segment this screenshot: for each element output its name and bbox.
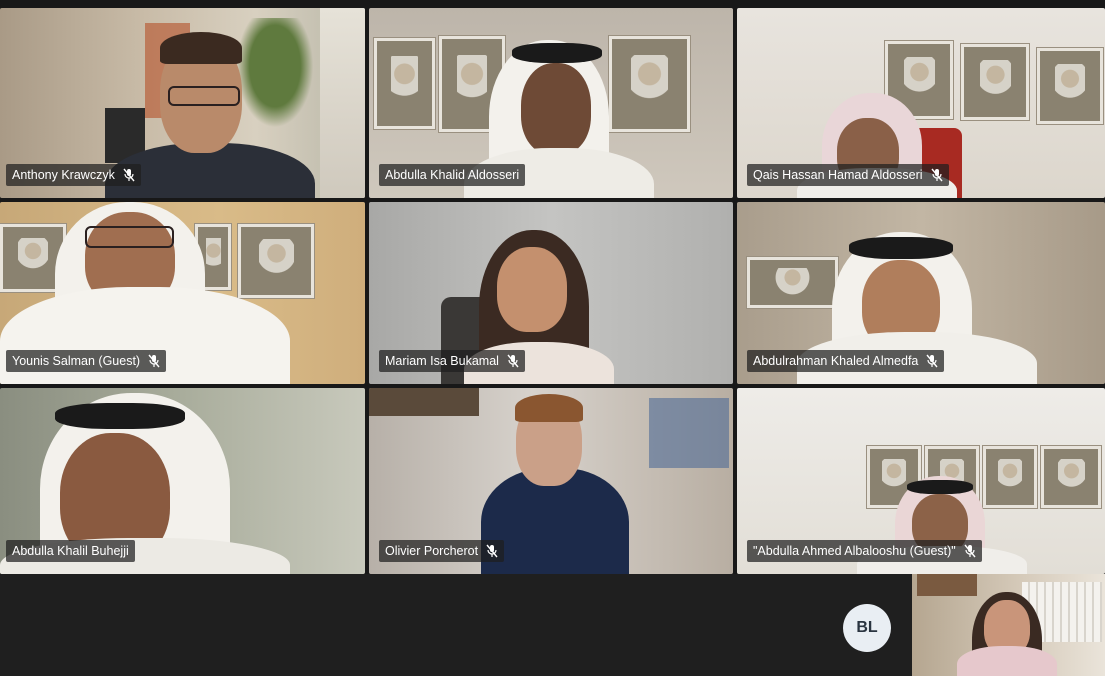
- poster: [369, 388, 479, 416]
- agal: [55, 403, 185, 429]
- participant-name: Mariam Isa Bukamal: [385, 354, 499, 368]
- participant-name-tag: Olivier Porcherot: [379, 540, 505, 562]
- wall-portrait: [238, 224, 314, 298]
- mic-off-icon: [486, 544, 498, 558]
- poster: [649, 398, 729, 468]
- wall-portrait: [1037, 48, 1103, 124]
- mic-off-icon: [507, 354, 519, 368]
- participant-name: Abdulla Khalil Buhejji: [12, 544, 129, 558]
- person-head: [521, 63, 591, 155]
- participant-name-tag: Abdulrahman Khaled Almedfa: [747, 350, 945, 372]
- video-tile[interactable]: Abdulrahman Khaled Almedfa: [737, 202, 1105, 384]
- person-body: [957, 646, 1057, 676]
- wall-portrait: [609, 36, 690, 132]
- mic-off-icon: [123, 168, 135, 182]
- participant-name-tag: Mariam Isa Bukamal: [379, 350, 525, 372]
- participant-name-tag: Abdulla Khalid Aldosseri: [379, 164, 526, 186]
- shelf: [320, 8, 365, 198]
- agal: [849, 237, 953, 259]
- participant-name-tag: Younis Salman (Guest): [6, 350, 167, 372]
- person-head: [497, 247, 567, 332]
- participant-name-tag: Abdulla Khalil Buhejji: [6, 540, 135, 562]
- plant: [230, 18, 320, 138]
- wall-portrait: [374, 38, 435, 129]
- wall-portrait: [1041, 446, 1101, 508]
- video-grid: Anthony Krawczyk Abdulla Khalid Aldosser…: [0, 8, 1105, 574]
- participant-name: Olivier Porcherot: [385, 544, 479, 558]
- wall-portrait: [983, 446, 1037, 508]
- mic-off-icon: [930, 168, 943, 182]
- video-tile[interactable]: Olivier Porcherot: [369, 388, 733, 574]
- participant-name: Anthony Krawczyk: [12, 168, 115, 182]
- video-tile[interactable]: Younis Salman (Guest): [0, 202, 365, 384]
- agal: [512, 43, 602, 63]
- video-tile[interactable]: Abdulla Khalid Aldosseri: [369, 8, 733, 198]
- video-tile[interactable]: Abdulla Khalil Buhejji: [0, 388, 365, 574]
- participant-name: Qais Hassan Hamad Aldosseri: [753, 168, 923, 182]
- self-view-tile[interactable]: [912, 574, 1105, 676]
- participant-name-tag: Qais Hassan Hamad Aldosseri: [747, 164, 949, 186]
- hair: [160, 32, 242, 64]
- wall-portrait: [747, 257, 838, 308]
- video-tile[interactable]: "Abdulla Ahmed Albalooshu (Guest)": [737, 388, 1105, 574]
- participant-name: Abdulla Khalid Aldosseri: [385, 168, 520, 182]
- video-tile[interactable]: Qais Hassan Hamad Aldosseri: [737, 8, 1105, 198]
- picture: [917, 574, 977, 596]
- mic-off-icon: [148, 354, 160, 368]
- hair: [515, 394, 583, 422]
- video-tile[interactable]: Anthony Krawczyk: [0, 8, 365, 198]
- mic-off-icon: [926, 354, 938, 368]
- mic-off-icon: [964, 544, 976, 558]
- participant-name-tag: Anthony Krawczyk: [6, 164, 141, 186]
- participant-name: Abdulrahman Khaled Almedfa: [753, 354, 919, 368]
- wall-portrait: [961, 44, 1029, 120]
- participant-name: "Abdulla Ahmed Albalooshu (Guest)": [753, 544, 956, 558]
- video-tile[interactable]: Mariam Isa Bukamal: [369, 202, 733, 384]
- participant-name-tag: "Abdulla Ahmed Albalooshu (Guest)": [747, 540, 982, 562]
- glasses: [168, 86, 240, 106]
- glasses: [85, 226, 174, 248]
- agal: [907, 480, 973, 494]
- avatar[interactable]: BL: [843, 604, 891, 652]
- participant-name: Younis Salman (Guest): [12, 354, 141, 368]
